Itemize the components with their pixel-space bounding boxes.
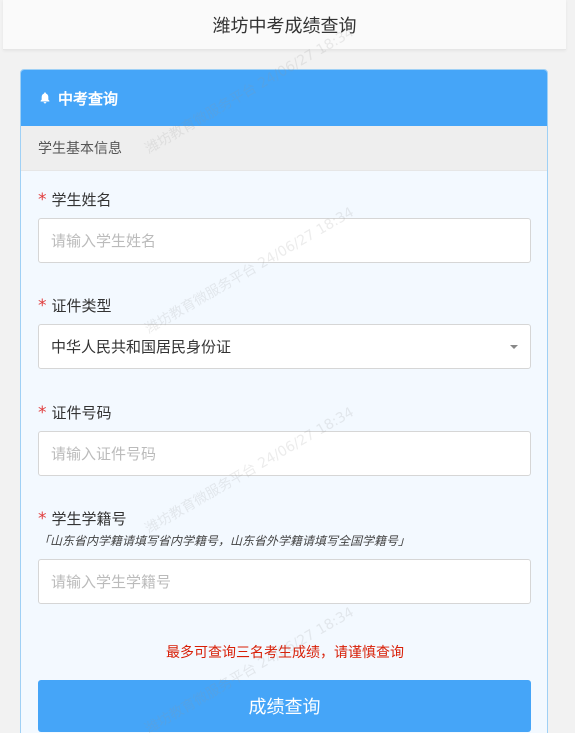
- required-mark: *: [38, 403, 47, 423]
- id-number-input[interactable]: 请输入证件号码: [38, 431, 531, 476]
- chevron-down-icon: [510, 344, 518, 349]
- student-number-input[interactable]: 请输入学生学籍号: [38, 559, 531, 604]
- section-title: 学生基本信息: [21, 126, 547, 171]
- required-mark: *: [38, 190, 47, 210]
- card-title: 中考查询: [58, 89, 119, 108]
- field-label: * 证件号码: [38, 403, 112, 423]
- card-header: 中考查询: [21, 70, 547, 126]
- bell-icon: [40, 92, 50, 104]
- student-name-input[interactable]: 请输入学生姓名: [38, 218, 531, 263]
- id-type-select[interactable]: 中华人民共和国居民身份证: [38, 324, 531, 369]
- field-label: * 学生学籍号: [38, 509, 127, 529]
- field-student-name: * 学生姓名 请输入学生姓名: [38, 190, 531, 263]
- field-hint: 「山东省内学籍请填写省内学籍号，山东省外学籍请填写全国学籍号」: [38, 534, 411, 548]
- id-type-value: 中华人民共和国居民身份证: [51, 338, 232, 356]
- top-bar: 潍坊中考成绩查询: [3, 0, 566, 50]
- field-label: * 证件类型: [38, 296, 112, 316]
- required-mark: *: [38, 509, 47, 529]
- field-student-number: * 学生学籍号 「山东省内学籍请填写省内学籍号，山东省外学籍请填写全国学籍号」 请…: [38, 509, 531, 604]
- field-label: * 学生姓名: [38, 190, 112, 210]
- page-title: 潍坊中考成绩查询: [212, 15, 357, 37]
- submit-button[interactable]: 成绩查询: [38, 680, 531, 732]
- warning-text: 最多可查询三名考生成绩，请谨慎查询: [166, 645, 404, 661]
- query-card: 中考查询 学生基本信息 * 学生姓名 请输入学生姓名 * 证件类型 中华人民共和国居…: [20, 69, 548, 733]
- required-mark: *: [38, 296, 47, 316]
- field-id-number: * 证件号码 请输入证件号码: [38, 403, 531, 476]
- field-id-type: * 证件类型 中华人民共和国居民身份证: [38, 296, 531, 369]
